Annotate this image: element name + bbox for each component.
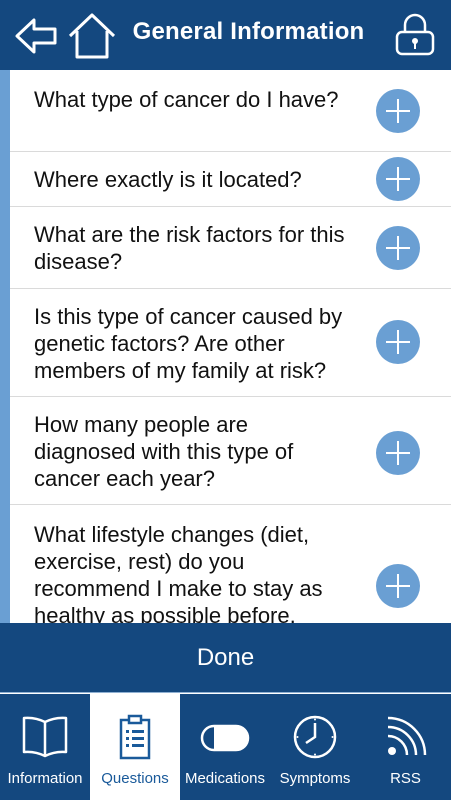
tab-label: Information (7, 770, 83, 787)
tab-medications[interactable]: Medications (180, 694, 270, 800)
question-text: Is this type of cancer caused by genetic… (34, 304, 343, 383)
tab-bar: Information Questions Medications Sympto… (0, 694, 451, 800)
tab-questions[interactable]: Questions (90, 694, 180, 800)
tab-information[interactable]: Information (0, 694, 90, 800)
add-question-button[interactable] (376, 226, 420, 270)
tab-label: RSS (390, 770, 421, 787)
lock-icon[interactable] (393, 12, 437, 56)
add-question-button[interactable] (376, 564, 420, 608)
tab-rss[interactable]: RSS (360, 694, 451, 800)
list-item: How many people are diagnosed with this … (10, 397, 451, 505)
question-text: What are the risk factors for this disea… (34, 222, 345, 274)
clock-icon (292, 714, 338, 765)
tab-label: Symptoms (279, 770, 351, 787)
list-accent-rail (0, 70, 10, 623)
question-list[interactable]: What type of cancer do I have? Where exa… (0, 70, 451, 623)
book-icon (20, 714, 70, 765)
list-item: What type of cancer do I have? (10, 70, 451, 152)
add-question-button[interactable] (376, 89, 420, 133)
question-text: How many people are diagnosed with this … (34, 412, 294, 491)
list-item: Where exactly is it located? (10, 152, 451, 207)
done-button[interactable]: Done (0, 623, 451, 693)
question-text: Where exactly is it located? (34, 167, 302, 192)
list-item: What are the risk factors for this disea… (10, 207, 451, 289)
question-text: What type of cancer do I have? (34, 87, 339, 112)
home-icon[interactable] (66, 12, 118, 60)
tab-symptoms[interactable]: Symptoms (270, 694, 360, 800)
arrow-left-icon[interactable] (14, 16, 58, 56)
tab-label: Medications (184, 770, 266, 787)
add-question-button[interactable] (376, 431, 420, 475)
pill-icon (200, 724, 250, 757)
list-item: What lifestyle changes (diet, exercise, … (10, 505, 451, 623)
page-title: General Information (132, 18, 365, 45)
add-question-button[interactable] (376, 320, 420, 364)
add-question-button[interactable] (376, 157, 420, 201)
app-header: General Information (0, 0, 451, 70)
rss-icon (383, 714, 429, 765)
clipboard-list-icon (118, 714, 152, 765)
tab-label: Questions (101, 770, 169, 787)
list-item: Is this type of cancer caused by genetic… (10, 289, 451, 397)
question-text: What lifestyle changes (diet, exercise, … (34, 522, 323, 623)
